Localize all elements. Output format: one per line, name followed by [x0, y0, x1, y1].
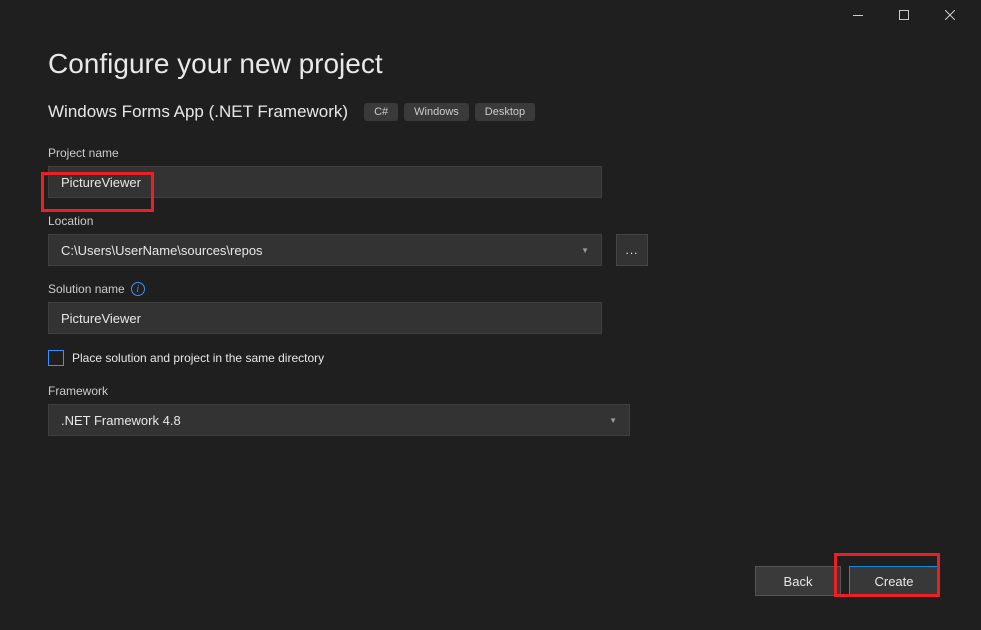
framework-group: Framework .NET Framework 4.8 ▼	[48, 384, 933, 436]
same-directory-row: Place solution and project in the same d…	[48, 350, 933, 366]
framework-dropdown[interactable]: .NET Framework 4.8 ▼	[48, 404, 630, 436]
project-name-label: Project name	[48, 146, 933, 160]
solution-name-label: Solution name i	[48, 282, 933, 296]
chevron-down-icon: ▼	[581, 246, 589, 255]
back-button[interactable]: Back	[755, 566, 841, 596]
framework-label: Framework	[48, 384, 933, 398]
chevron-down-icon: ▼	[609, 416, 617, 425]
location-dropdown[interactable]: C:\Users\UserName\sources\repos ▼	[48, 234, 602, 266]
project-name-input[interactable]	[48, 166, 602, 198]
location-group: Location C:\Users\UserName\sources\repos…	[48, 214, 933, 266]
titlebar	[0, 0, 981, 30]
framework-value: .NET Framework 4.8	[61, 413, 181, 428]
page-title: Configure your new project	[48, 48, 933, 80]
location-label: Location	[48, 214, 933, 228]
browse-button[interactable]: ...	[616, 234, 648, 266]
minimize-icon	[853, 15, 863, 16]
tag-csharp: C#	[364, 103, 398, 121]
tag-windows: Windows	[404, 103, 469, 121]
close-button[interactable]	[927, 0, 973, 30]
close-icon	[945, 10, 955, 20]
tag-desktop: Desktop	[475, 103, 535, 121]
same-directory-label: Place solution and project in the same d…	[72, 351, 324, 365]
footer: Back Create	[755, 566, 939, 596]
content-area: Configure your new project Windows Forms…	[0, 30, 981, 436]
maximize-button[interactable]	[881, 0, 927, 30]
template-name: Windows Forms App (.NET Framework)	[48, 102, 348, 122]
minimize-button[interactable]	[835, 0, 881, 30]
location-value: C:\Users\UserName\sources\repos	[61, 243, 263, 258]
template-row: Windows Forms App (.NET Framework) C# Wi…	[48, 102, 933, 122]
solution-name-input[interactable]	[48, 302, 602, 334]
info-icon[interactable]: i	[131, 282, 145, 296]
create-button[interactable]: Create	[849, 566, 939, 596]
solution-name-group: Solution name i	[48, 282, 933, 334]
project-name-group: Project name	[48, 146, 933, 198]
template-tags: C# Windows Desktop	[364, 103, 535, 121]
maximize-icon	[899, 10, 909, 20]
same-directory-checkbox[interactable]	[48, 350, 64, 366]
